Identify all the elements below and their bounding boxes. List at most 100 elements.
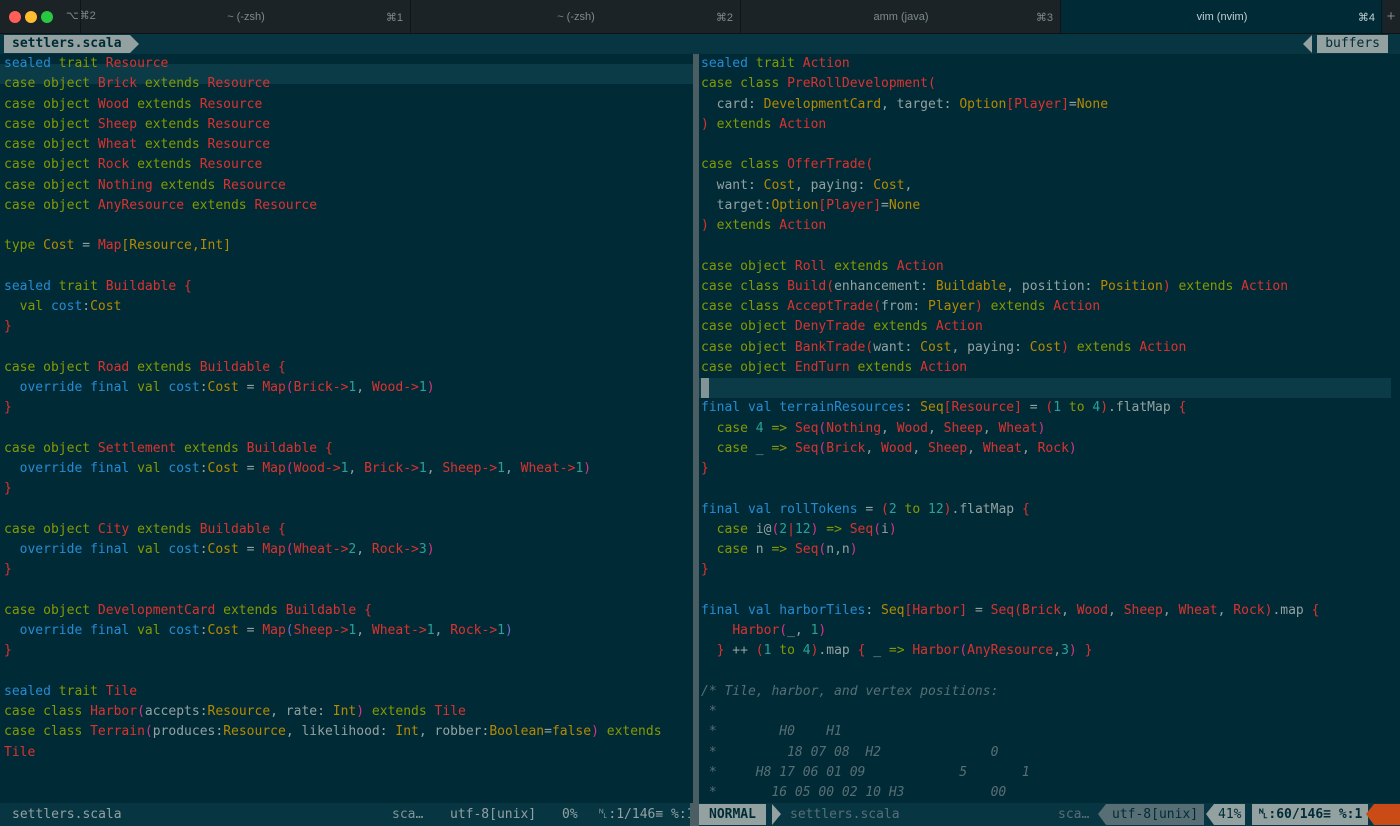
code-line[interactable]: * 18 07 08 H2 0: [701, 743, 1319, 763]
zoom-window-button[interactable]: [41, 11, 53, 23]
code-line[interactable]: override final val cost:Cost = Map(Wood-…: [4, 459, 662, 479]
code-line[interactable]: case object Rock extends Resource: [4, 155, 662, 175]
code-line[interactable]: [701, 135, 1319, 155]
code-line[interactable]: final val harborTiles: Seq[Harbor] = Seq…: [701, 601, 1319, 621]
code-line[interactable]: case object Nothing extends Resource: [4, 176, 662, 196]
code-line[interactable]: case class AcceptTrade(from: Player) ext…: [701, 297, 1319, 317]
code-line[interactable]: [701, 479, 1319, 499]
code-line[interactable]: case n => Seq(n,n): [701, 540, 1319, 560]
code-token: Nothing: [97, 177, 153, 193]
code-line[interactable]: [4, 581, 662, 601]
code-line[interactable]: val cost:Cost: [4, 297, 662, 317]
code-line[interactable]: override final val cost:Cost = Map(Brick…: [4, 378, 662, 398]
code-line[interactable]: final val terrainResources: Seq[Resource…: [701, 398, 1319, 418]
code-line[interactable]: case _ => Seq(Brick, Wood, Sheep, Wheat,…: [701, 439, 1319, 459]
terminal-tab-4[interactable]: vim (nvim) ⌘4: [1060, 0, 1383, 33]
code-token: 1: [426, 623, 435, 638]
minimize-window-button[interactable]: [25, 11, 37, 23]
code-line[interactable]: case class Harbor(accepts:Resource, rate…: [4, 702, 662, 722]
code-line[interactable]: [4, 216, 662, 236]
code-line[interactable]: case class PreRollDevelopment(: [701, 74, 1319, 94]
close-window-button[interactable]: [9, 11, 21, 23]
code-line[interactable]: [701, 662, 1319, 682]
code-line[interactable]: want: Cost, paying: Cost,: [701, 176, 1319, 196]
code-line[interactable]: }: [4, 398, 662, 418]
terminal-tab-3[interactable]: amm (java) ⌘3: [740, 0, 1061, 33]
code-line[interactable]: ) extends Action: [701, 115, 1319, 135]
code-line[interactable]: [4, 662, 662, 682]
code-line[interactable]: ) extends Action: [701, 216, 1319, 236]
code-line[interactable]: [4, 419, 662, 439]
code-line[interactable]: sealed trait Resource: [4, 54, 662, 74]
code-line[interactable]: * 16 05 00 02 10 H3 00: [701, 783, 1319, 803]
code-line[interactable]: override final val cost:Cost = Map(Sheep…: [4, 621, 662, 641]
code-line[interactable]: }: [4, 560, 662, 580]
code-line[interactable]: case object Roll extends Action: [701, 257, 1319, 277]
code-line[interactable]: }: [4, 479, 662, 499]
code-line[interactable]: case class Build(enhancement: Buildable,…: [701, 277, 1319, 297]
code-line[interactable]: [4, 257, 662, 277]
code-line[interactable]: case object Brick extends Resource: [4, 74, 662, 94]
code-line[interactable]: *: [701, 702, 1319, 722]
code-token: to: [1068, 400, 1085, 416]
code-line[interactable]: Harbor(_, 1): [701, 621, 1319, 641]
code-line[interactable]: case class OfferTrade(: [701, 155, 1319, 175]
code-line[interactable]: case object Sheep extends Resource: [4, 115, 662, 135]
code-token: ): [849, 542, 858, 557]
buffer-tab-settlers[interactable]: settlers.scala: [4, 35, 130, 53]
code-line[interactable]: case object Road extends Buildable {: [4, 358, 662, 378]
code-line[interactable]: case object Wood extends Resource: [4, 95, 662, 115]
code-line[interactable]: final val rollTokens = (2 to 12).flatMap…: [701, 500, 1319, 520]
code-line[interactable]: case object City extends Buildable {: [4, 520, 662, 540]
code-line[interactable]: [4, 500, 662, 520]
new-tab-button[interactable]: +: [1381, 0, 1400, 33]
code-line[interactable]: Tile: [4, 743, 662, 763]
code-line[interactable]: [701, 236, 1319, 256]
code-line[interactable]: case object Wheat extends Resource: [4, 135, 662, 155]
code-line[interactable]: * H8 17 06 01 09 5 1: [701, 763, 1319, 783]
terminal-tab-2[interactable]: ~ (-zsh) ⌘2: [410, 0, 741, 33]
code-line[interactable]: [701, 581, 1319, 601]
code-line[interactable]: case 4 => Seq(Nothing, Wood, Sheep, Whea…: [701, 419, 1319, 439]
code-line[interactable]: type Cost = Map[Resource,Int]: [4, 236, 662, 256]
code-line[interactable]: case object EndTurn extends Action: [701, 358, 1319, 378]
code-line[interactable]: case object BankTrade(want: Cost, paying…: [701, 338, 1319, 358]
code-line[interactable]: case object DenyTrade extends Action: [701, 317, 1319, 337]
code-line[interactable]: case object AnyResource extends Resource: [4, 196, 662, 216]
code-token: case object: [701, 339, 788, 355]
code-line[interactable]: /* Tile, harbor, and vertex positions:: [701, 682, 1319, 702]
code-line[interactable]: case object DevelopmentCard extends Buil…: [4, 601, 662, 621]
code-line[interactable]: } ++ (1 to 4).map { _ => Harbor(AnyResou…: [701, 641, 1319, 661]
code-line[interactable]: sealed trait Action: [701, 54, 1319, 74]
editor-pane-right[interactable]: sealed trait Action case class PreRollDev…: [699, 54, 1400, 803]
code-line[interactable]: }: [4, 317, 662, 337]
buffers-label[interactable]: buffers: [1317, 35, 1388, 53]
code-token: val: [137, 623, 161, 638]
code-line[interactable]: override final val cost:Cost = Map(Wheat…: [4, 540, 662, 560]
code-line[interactable]: case class Terrain(produces:Resource, li…: [4, 722, 662, 742]
terminal-tab-1[interactable]: ~ (-zsh) ⌘1: [80, 0, 411, 33]
code-area[interactable]: sealed trait Resource case object Brick e…: [4, 54, 662, 763]
code-line[interactable]: sealed trait Tile: [4, 682, 662, 702]
code-line[interactable]: * H0 H1: [701, 722, 1319, 742]
editor-pane-left[interactable]: sealed trait Resource case object Brick e…: [0, 54, 693, 803]
code-area[interactable]: sealed trait Action case class PreRollDev…: [701, 54, 1319, 803]
code-line[interactable]: card: DevelopmentCard, target: Option[Pl…: [701, 95, 1319, 115]
code-line[interactable]: target:Option[Player]=None: [701, 196, 1319, 216]
code-line[interactable]: }: [701, 459, 1319, 479]
code-line[interactable]: [4, 338, 662, 358]
code-line[interactable]: }: [701, 560, 1319, 580]
code-line[interactable]: [701, 378, 1319, 398]
code-line[interactable]: case object Settlement extends Buildable…: [4, 439, 662, 459]
code-line[interactable]: }: [4, 641, 662, 661]
code-line[interactable]: sealed trait Buildable {: [4, 277, 662, 297]
code-line[interactable]: case i@(2|12) => Seq(i): [701, 520, 1319, 540]
code-token: =: [1021, 400, 1046, 416]
code-token: Seq: [881, 602, 905, 618]
